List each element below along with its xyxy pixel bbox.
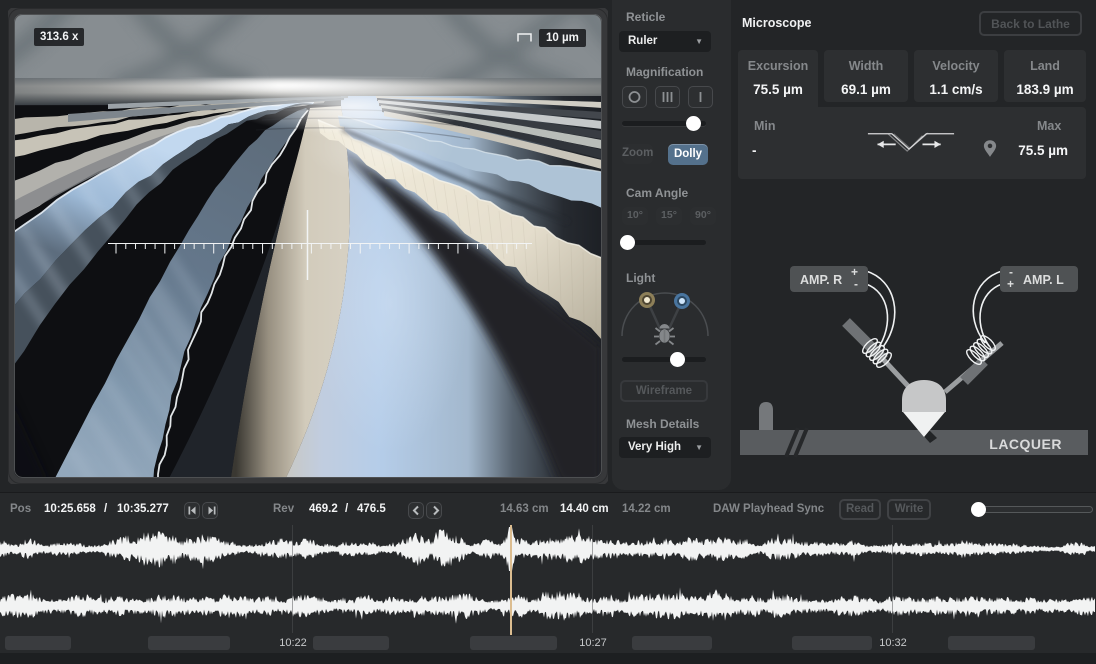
svg-text:AMP. L: AMP. L <box>1023 273 1064 287</box>
svg-text:LACQUER: LACQUER <box>989 436 1062 452</box>
svg-text:-: - <box>854 277 858 291</box>
svg-text:+: + <box>1007 277 1014 291</box>
svg-text:AMP. R: AMP. R <box>800 273 842 287</box>
